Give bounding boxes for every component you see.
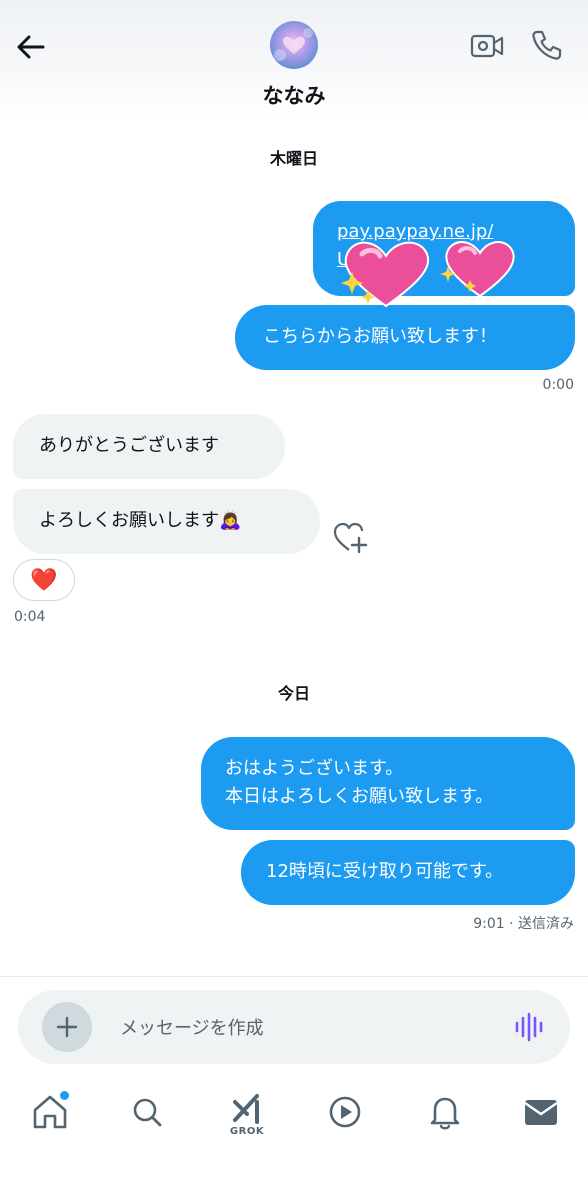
video-play-icon[interactable]: [325, 1090, 365, 1134]
incoming-message[interactable]: ありがとうございます: [13, 414, 285, 479]
sparkling-heart-sticker: [440, 241, 515, 298]
heart-reaction: ❤️: [30, 567, 58, 593]
notification-dot: [58, 1089, 71, 1102]
sparkling-heart-sticker: [341, 241, 430, 308]
message-timestamp: 0:04: [14, 609, 46, 625]
message-text: 12時頃に受け取り可能です。: [266, 861, 504, 882]
conversation-header: ななみ: [0, 0, 588, 122]
message-text-line-2: 本日はよろしくお願い致します。: [225, 786, 494, 807]
outgoing-message[interactable]: こちらからお願い致します！: [235, 305, 575, 370]
message-text: ありがとうございます: [39, 435, 219, 456]
message-composer: [18, 990, 570, 1064]
arrow-left-icon[interactable]: [14, 30, 48, 64]
video-camera-icon[interactable]: [470, 30, 504, 62]
plus-icon: [56, 1016, 78, 1038]
message-text: よろしくお願いします🙇‍♀️: [39, 510, 242, 531]
voice-waveform-icon[interactable]: [512, 1010, 546, 1044]
add-reaction-icon[interactable]: [332, 521, 368, 555]
outgoing-message[interactable]: 12時頃に受け取り可能です。: [241, 840, 575, 905]
message-status: 9:01 · 送信済み: [473, 916, 574, 932]
date-separator: 今日: [277, 684, 310, 703]
message-text-line-1: おはようございます。: [225, 758, 404, 779]
message-input[interactable]: [118, 1013, 482, 1043]
bell-icon[interactable]: [425, 1090, 465, 1134]
avatar[interactable]: [270, 21, 318, 69]
add-media-button[interactable]: [42, 1002, 92, 1052]
contact-name[interactable]: ななみ: [0, 80, 588, 110]
messages-icon[interactable]: [521, 1090, 561, 1134]
message-timestamp: 0:00: [542, 377, 574, 393]
grok-label: GROK: [229, 1126, 265, 1137]
avatar-sky-heart-image: [274, 28, 313, 61]
reaction-badge[interactable]: ❤️: [13, 559, 75, 601]
date-separator: 木曜日: [269, 149, 318, 168]
message-text: こちらからお願い致します！: [263, 326, 497, 347]
incoming-message[interactable]: よろしくお願いします🙇‍♀️: [13, 489, 320, 554]
search-icon[interactable]: [127, 1090, 167, 1134]
phone-icon[interactable]: [530, 28, 564, 62]
outgoing-message[interactable]: おはようございます。 本日はよろしくお願い致します。: [201, 737, 575, 830]
divider: [0, 976, 588, 977]
